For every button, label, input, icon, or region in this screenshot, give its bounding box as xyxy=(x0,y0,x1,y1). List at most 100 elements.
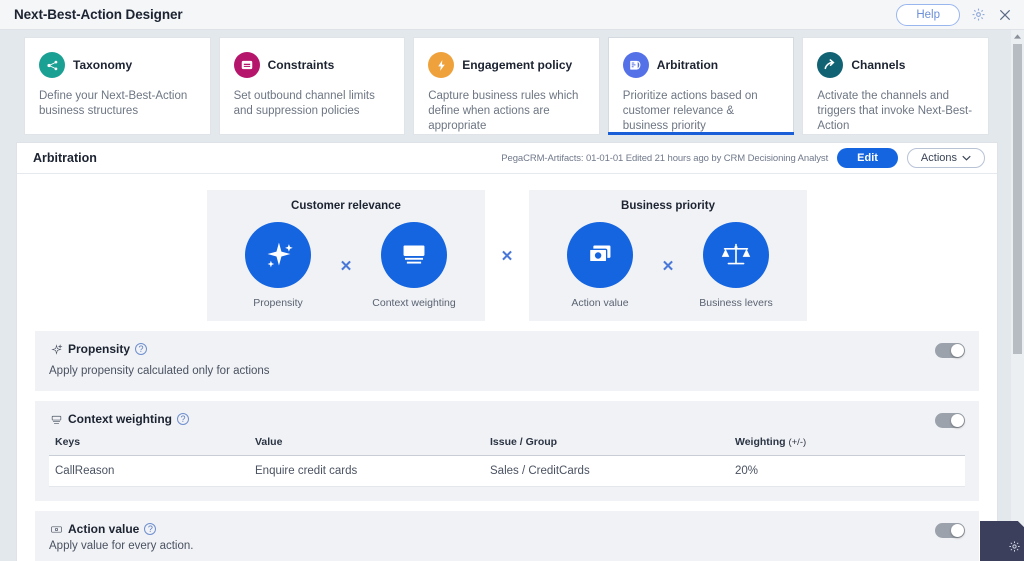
chevron-down-icon xyxy=(962,152,971,164)
setting-block-action-value: Action value ? Apply value for every act… xyxy=(35,511,979,561)
nav-card-engagement-policy[interactable]: Engagement policy Capture business rules… xyxy=(413,37,600,135)
multiply-symbol-between-groups: ✕ xyxy=(500,247,514,265)
nav-card-head: Engagement policy xyxy=(428,52,585,78)
actions-button-label: Actions xyxy=(920,152,957,164)
settings-gear-icon[interactable] xyxy=(1008,540,1021,558)
cell-issue-group: Sales / CreditCards xyxy=(490,465,590,477)
action-value-toggle[interactable] xyxy=(935,523,965,538)
toggle-knob xyxy=(951,414,964,427)
taxonomy-nodes-icon xyxy=(39,52,65,78)
propensity-toggle[interactable] xyxy=(935,343,965,358)
nav-card-taxonomy[interactable]: Taxonomy Define your Next-Best-Action bu… xyxy=(24,37,211,135)
arbitration-icon xyxy=(622,52,649,78)
money-bill-icon xyxy=(567,222,633,288)
formula-group-row: Action value ✕ Business levers xyxy=(549,222,787,309)
help-icon[interactable]: ? xyxy=(177,413,189,425)
cell-weighting: 20% xyxy=(735,465,759,477)
column-header-keys: Keys xyxy=(55,436,81,448)
toggle-knob xyxy=(951,344,964,357)
toggle-knob xyxy=(951,524,964,537)
formula-group-customer-relevance: Customer relevance Propensity ✕ Context … xyxy=(207,190,485,321)
actions-button[interactable]: Actions xyxy=(906,148,985,168)
column-header-weighting: Weighting (+/-) xyxy=(735,436,959,448)
gear-icon[interactable] xyxy=(969,6,987,24)
setting-block-propensity: Propensity ? Apply propensity calculated… xyxy=(35,331,979,391)
nav-card-head: Taxonomy xyxy=(39,52,196,78)
nav-card-arbitration[interactable]: Arbitration Prioritize actions based on … xyxy=(607,37,795,135)
nav-card-title: Arbitration xyxy=(656,58,719,72)
record-metadata: PegaCRM-Artifacts: 01-01-01 Edited 21 ho… xyxy=(501,152,829,164)
factor-business-levers[interactable]: Business levers xyxy=(685,222,787,309)
nav-card-desc: Capture business rules which define when… xyxy=(428,90,579,132)
nav-card-channels[interactable]: Channels Activate the channels and trigg… xyxy=(802,37,989,135)
setting-title: Context weighting xyxy=(68,412,172,426)
context-weighting-toggle[interactable] xyxy=(935,413,965,428)
setting-description: Apply propensity calculated only for act… xyxy=(49,365,270,377)
help-button[interactable]: Help xyxy=(896,3,960,26)
edit-button[interactable]: Edit xyxy=(837,148,898,168)
formula-group-row: Propensity ✕ Context weighting xyxy=(227,222,465,309)
arbitration-panel: Arbitration PegaCRM-Artifacts: 01-01-01 … xyxy=(16,142,998,561)
constraints-card-icon xyxy=(233,52,260,78)
nav-card-head: Arbitration xyxy=(622,52,780,78)
formula-group-business-priority: Business priority Action value ✕ Busines… xyxy=(529,190,807,321)
setting-header: Context weighting ? xyxy=(35,401,979,426)
panel-header: Arbitration PegaCRM-Artifacts: 01-01-01 … xyxy=(17,143,997,174)
money-bill-icon xyxy=(49,522,63,536)
factor-label: Business levers xyxy=(699,297,773,309)
cell-value: Enquire credit cards xyxy=(255,465,358,477)
context-card-icon xyxy=(381,222,447,288)
factor-label: Propensity xyxy=(253,297,303,309)
corner-settings-badge[interactable] xyxy=(980,521,1024,561)
factor-propensity[interactable]: Propensity xyxy=(227,222,329,309)
nav-card-title: Engagement policy xyxy=(462,58,573,72)
page-title: Next-Best-Action Designer xyxy=(14,7,183,22)
nav-card-title: Taxonomy xyxy=(73,58,133,72)
formula-group-title: Customer relevance xyxy=(291,200,401,212)
table-row[interactable]: CallReason Enquire credit cards Sales / … xyxy=(49,455,965,487)
window-titlebar: Next-Best-Action Designer Help xyxy=(0,0,1024,30)
column-header-weighting-sign: (+/-) xyxy=(788,437,807,448)
factor-label: Action value xyxy=(571,297,629,309)
context-card-icon xyxy=(49,412,63,426)
arbitration-settings: Propensity ? Apply propensity calculated… xyxy=(17,331,997,561)
nav-card-title: Channels xyxy=(851,58,906,72)
panel-header-actions: PegaCRM-Artifacts: 01-01-01 Edited 21 ho… xyxy=(501,148,985,168)
arbitration-formula: Customer relevance Propensity ✕ Context … xyxy=(17,174,997,331)
column-header-weighting-text: Weighting xyxy=(735,436,786,448)
factor-label: Context weighting xyxy=(372,297,456,309)
help-icon[interactable]: ? xyxy=(144,523,157,535)
page-scrollbar[interactable] xyxy=(1011,30,1024,561)
formula-group-title: Business priority xyxy=(621,200,715,212)
nav-card-head: Constraints xyxy=(233,52,391,78)
nav-card-constraints[interactable]: Constraints Set outbound channel limits … xyxy=(218,37,406,135)
lightning-bolt-icon xyxy=(428,52,455,78)
setting-title: Propensity xyxy=(68,342,131,356)
multiply-symbol: ✕ xyxy=(339,257,353,275)
nav-card-desc: Set outbound channel limits and suppress… xyxy=(233,90,375,117)
column-header-issue-group: Issue / Group xyxy=(490,436,558,448)
cell-keys: CallReason xyxy=(55,465,115,477)
close-icon[interactable] xyxy=(996,6,1014,24)
sparkle-icon xyxy=(49,342,63,356)
help-icon[interactable]: ? xyxy=(135,343,148,355)
titlebar-actions: Help xyxy=(896,3,1014,26)
channels-arrow-icon xyxy=(817,52,844,78)
designer-nav-cards: Taxonomy Define your Next-Best-Action bu… xyxy=(24,37,989,135)
app-root: Next-Best-Action Designer Help Taxonomy … xyxy=(0,0,1024,561)
panel-title: Arbitration xyxy=(33,151,97,165)
nav-card-desc: Define your Next-Best-Action business st… xyxy=(39,90,188,117)
nav-card-title: Constraints xyxy=(267,58,335,72)
context-weighting-table: Keys Value Issue / Group Weighting (+/-)… xyxy=(35,426,979,501)
table-header-row: Keys Value Issue / Group Weighting (+/-) xyxy=(49,436,965,455)
setting-description: Apply value for every action. xyxy=(49,540,194,552)
factor-action-value[interactable]: Action value xyxy=(549,222,651,309)
scroll-up-arrow-icon[interactable] xyxy=(1011,30,1024,43)
setting-header: Action value ? xyxy=(35,511,979,536)
nav-card-desc: Prioritize actions based on customer rel… xyxy=(622,90,758,132)
setting-block-context-weighting: Context weighting ? Keys Value Issue / G… xyxy=(35,401,979,501)
factor-context-weighting[interactable]: Context weighting xyxy=(363,222,465,309)
multiply-symbol: ✕ xyxy=(661,257,675,275)
scrollbar-thumb[interactable] xyxy=(1013,44,1022,354)
column-header-value: Value xyxy=(255,436,283,448)
